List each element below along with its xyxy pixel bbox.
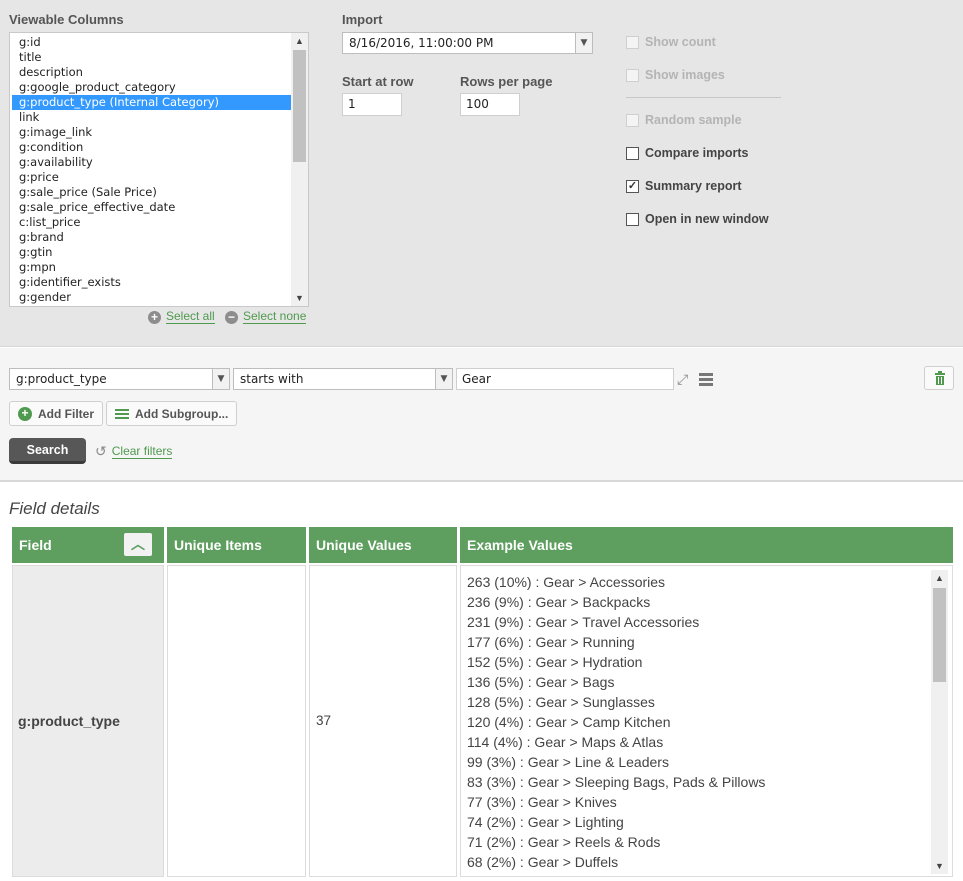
import-select[interactable]: 8/16/2016, 11:00:00 PM ▼	[342, 32, 593, 54]
example-value-item: 263 (10%) : Gear > Accessories	[467, 574, 666, 590]
column-list-item[interactable]: g:gender	[12, 290, 291, 305]
column-list-item[interactable]: g:google_product_category	[12, 80, 291, 95]
example-value-item: 231 (9%) : Gear > Travel Accessories	[467, 614, 700, 630]
checkbox-icon	[626, 35, 639, 49]
random-sample-checkbox[interactable]: Random sample	[626, 113, 742, 127]
undo-icon: ↺	[95, 443, 107, 459]
header-example-values: Example Values	[460, 527, 953, 563]
rows-per-page-input[interactable]: 100	[460, 93, 520, 116]
column-list-item[interactable]: g:mpn	[12, 260, 291, 275]
column-list-item[interactable]: g:sale_price_effective_date	[12, 200, 291, 215]
scroll-down-icon[interactable]: ▼	[931, 858, 948, 874]
header-unique-items: Unique Items	[167, 527, 306, 563]
column-list-item[interactable]: g:id	[12, 35, 291, 50]
summary-report-checkbox[interactable]: ✓ Summary report	[626, 179, 742, 193]
chevron-down-icon: ▼	[212, 369, 229, 389]
example-value-item: 74 (2%) : Gear > Lighting	[467, 814, 624, 830]
settings-panel: Viewable Columns g:id title description g:g…	[0, 0, 963, 347]
header-field: Field ︿	[12, 527, 164, 563]
show-images-checkbox[interactable]: Show images	[626, 68, 725, 82]
viewable-columns-listbox[interactable]: g:id title description g:google_product_cat…	[9, 32, 309, 307]
column-list-item[interactable]: g:gtin	[12, 245, 291, 260]
scroll-up-icon[interactable]: ▲	[931, 570, 948, 586]
chevron-down-icon: ▼	[575, 33, 592, 53]
sort-chevron-up-icon[interactable]: ︿	[124, 533, 152, 556]
add-subgroup-button[interactable]: Add Subgroup...	[106, 401, 238, 426]
viewable-columns-label: Viewable Columns	[9, 12, 124, 27]
column-list: g:id title description g:google_product_cat…	[12, 35, 291, 305]
search-button[interactable]: Search	[9, 438, 86, 464]
scroll-up-icon[interactable]: ▲	[291, 33, 308, 49]
column-list-item[interactable]: title	[12, 50, 291, 65]
checkmark-icon: ✓	[626, 179, 639, 193]
scroll-thumb[interactable]	[933, 588, 946, 682]
checkbox-icon	[626, 113, 639, 127]
filter-field-select[interactable]: g:product_type ▼	[9, 368, 230, 390]
column-list-item[interactable]: g:availability	[12, 155, 291, 170]
compare-imports-checkbox[interactable]: Compare imports	[626, 146, 749, 160]
filter-value-input[interactable]: Gear	[456, 368, 674, 390]
column-list-item[interactable]: g:condition	[12, 140, 291, 155]
example-value-item: 99 (3%) : Gear > Line & Leaders	[467, 754, 669, 770]
expand-icon[interactable]: ⤢	[677, 371, 693, 387]
header-unique-values: Unique Values	[309, 527, 457, 563]
example-value-item: 120 (4%) : Gear > Camp Kitchen	[467, 714, 671, 730]
chevron-down-icon: ▼	[435, 369, 452, 389]
scroll-down-icon[interactable]: ▼	[291, 290, 308, 306]
menu-icon[interactable]	[699, 373, 713, 386]
delete-filter-button[interactable]	[924, 366, 954, 390]
column-list-item[interactable]: g:identifier_exists	[12, 275, 291, 290]
list-icon	[115, 407, 129, 421]
column-list-item[interactable]: g:product_type (Internal Category)	[12, 95, 291, 110]
select-all-button[interactable]: + Select all	[148, 310, 215, 324]
plus-circle-icon: +	[18, 406, 32, 421]
clear-filters-button[interactable]: ↺ Clear filters	[95, 443, 173, 460]
add-filter-button[interactable]: + Add Filter	[9, 401, 103, 426]
example-value-item: 236 (9%) : Gear > Backpacks	[467, 594, 651, 610]
filter-operator-select[interactable]: starts with ▼	[233, 368, 453, 390]
example-value-item: 114 (4%) : Gear > Maps & Atlas	[467, 734, 664, 750]
column-list-item[interactable]: g:brand	[12, 230, 291, 245]
cell-example-values: 263 (10%) : Gear > Accessories 236 (9%) :…	[460, 565, 953, 877]
cell-unique-items	[167, 565, 306, 877]
column-list-item[interactable]: g:image_link	[12, 125, 291, 140]
example-value-item: 152 (5%) : Gear > Hydration	[467, 654, 643, 670]
example-value-item: 71 (2%) : Gear > Reels & Rods	[467, 834, 661, 850]
field-details-title: Field details	[9, 499, 100, 518]
column-list-item[interactable]: description	[12, 65, 291, 80]
divider	[626, 97, 781, 98]
examples-scrollbar[interactable]: ▲ ▼	[931, 570, 948, 874]
trash-icon	[935, 371, 945, 385]
example-values-list: 263 (10%) : Gear > Accessories 236 (9%) :…	[467, 572, 927, 872]
example-value-item: 68 (2%) : Gear > Duffels	[467, 854, 619, 870]
column-list-item[interactable]: g:sale_price (Sale Price)	[12, 185, 291, 200]
open-new-window-checkbox[interactable]: Open in new window	[626, 212, 769, 226]
column-list-item[interactable]: link	[12, 110, 291, 125]
select-none-button[interactable]: − Select none	[225, 310, 307, 324]
start-row-label: Start at row	[342, 74, 414, 89]
checkbox-icon	[626, 146, 639, 160]
start-row-input[interactable]: 1	[342, 93, 402, 116]
cell-field: g:product_type	[12, 565, 164, 877]
example-value-item: 177 (6%) : Gear > Running	[467, 634, 635, 650]
show-count-checkbox[interactable]: Show count	[626, 35, 716, 49]
example-value-item: 136 (5%) : Gear > Bags	[467, 674, 615, 690]
column-list-item[interactable]: c:list_price	[12, 215, 291, 230]
column-list-item[interactable]: g:price	[12, 170, 291, 185]
example-value-item: 77 (3%) : Gear > Knives	[467, 794, 617, 810]
scroll-thumb[interactable]	[293, 50, 306, 162]
checkbox-icon	[626, 68, 639, 82]
rows-per-page-label: Rows per page	[460, 74, 553, 89]
listbox-scrollbar[interactable]: ▲ ▼	[291, 33, 308, 306]
example-value-item: 83 (3%) : Gear > Sleeping Bags, Pads & P…	[467, 774, 766, 790]
cell-unique-values: 37	[309, 565, 457, 877]
example-value-item: 128 (5%) : Gear > Sunglasses	[467, 694, 655, 710]
minus-circle-icon: −	[225, 310, 238, 324]
checkbox-icon	[626, 212, 639, 226]
plus-circle-icon: +	[148, 310, 161, 324]
import-label: Import	[342, 12, 383, 27]
